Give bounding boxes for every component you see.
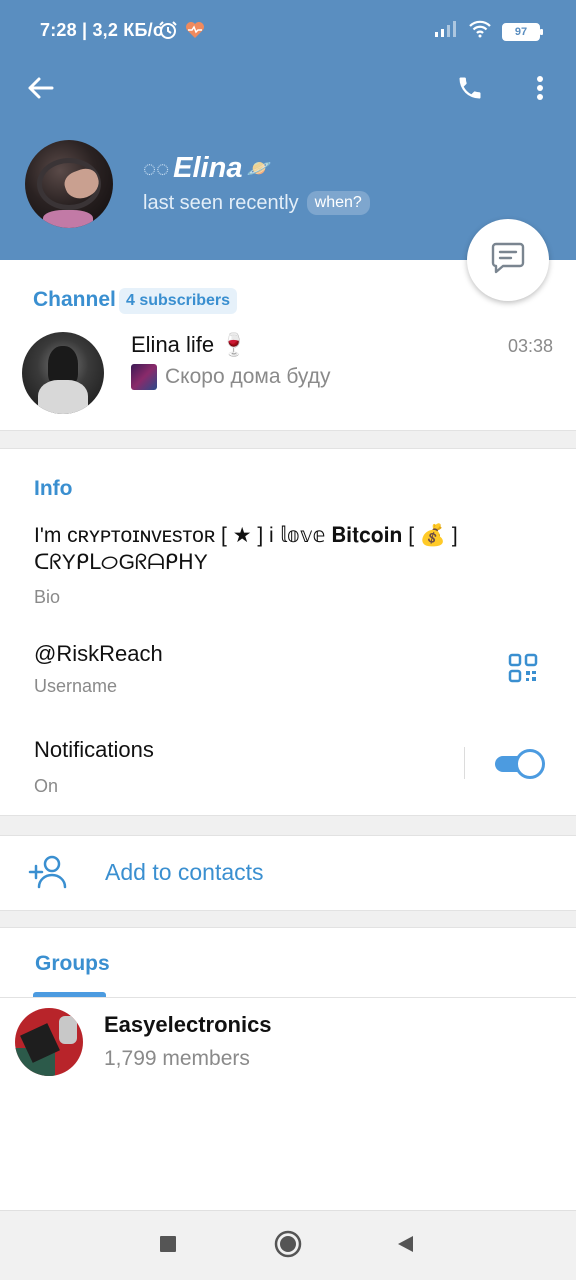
bio-line-1: I'm ᴄʀʏᴘᴛᴏɪɴᴠᴇsᴛᴏʀ [ ★ ] i 𝕝𝕠𝕧𝕖 𝐁𝐢𝐭𝐜𝐨𝐢𝐧 … — [34, 524, 458, 547]
when-button[interactable]: when? — [306, 191, 370, 215]
notifications-state: On — [34, 776, 59, 796]
subscribers-badge: 4 subscribers — [119, 288, 238, 314]
channel-last-message-text: Скоро дома буду — [165, 365, 331, 388]
back-button[interactable] — [20, 70, 60, 110]
alarm-icon — [158, 20, 178, 45]
battery-indicator: 97 — [502, 22, 543, 41]
triangle-back-icon — [395, 1234, 415, 1259]
system-navigation-bar — [0, 1210, 576, 1280]
message-photo-thumbnail — [131, 364, 157, 390]
wifi-icon — [468, 20, 492, 43]
signal-icon — [434, 20, 458, 43]
channel-title-text: Elina life — [131, 332, 215, 357]
channel-title[interactable]: Elina life 🍷 — [131, 332, 248, 358]
phone-icon — [456, 74, 484, 107]
profile-name-text: Elina — [173, 152, 243, 184]
section-divider — [0, 910, 576, 928]
username-caption: Username — [34, 676, 118, 696]
chat-bubble-icon — [490, 241, 526, 280]
groups-section: Groups Easyelectronics 1,799 members — [0, 928, 576, 1210]
profile-avatar[interactable] — [25, 140, 113, 228]
qr-code-icon — [508, 653, 538, 687]
bio-value[interactable]: I'm ᴄʀʏᴘᴛᴏɪɴᴠᴇsᴛᴏʀ [ ★ ] i 𝕝𝕠𝕧𝕖 𝐁𝐢𝐭𝐜𝐨𝐢𝐧 … — [34, 522, 534, 576]
bubbles-emoji-icon: ◌◌ — [143, 155, 170, 181]
channel-avatar[interactable] — [22, 332, 104, 414]
recents-button[interactable] — [151, 1229, 185, 1263]
section-divider — [0, 815, 576, 836]
send-message-button[interactable] — [467, 219, 549, 301]
channel-last-message[interactable]: Скоро дома буду — [131, 364, 330, 390]
group-name[interactable]: Easyelectronics — [104, 1012, 272, 1038]
health-heart-icon — [185, 21, 205, 44]
notifications-toggle[interactable] — [495, 749, 545, 779]
status-bar: 7:28 | 3,2 КБ/с 97 — [0, 0, 576, 64]
notifications-label[interactable]: Notifications — [34, 737, 154, 763]
tab-groups[interactable]: Groups — [35, 952, 110, 976]
status-time: 7:28 | 3,2 КБ/с — [40, 20, 164, 40]
channel-message-time: 03:38 — [507, 336, 553, 356]
home-button[interactable] — [271, 1229, 305, 1263]
profile-status: last seen recently when? — [143, 191, 370, 215]
more-options-button[interactable] — [520, 70, 560, 110]
call-button[interactable] — [450, 70, 490, 110]
channel-section-label: Channel — [33, 288, 116, 311]
add-user-icon — [28, 854, 68, 890]
vertical-divider — [464, 747, 465, 779]
back-nav-button[interactable] — [388, 1229, 422, 1263]
bio-line-2: ᑕᖇYᑭᒪᝪGᖇᗩᑭᕼY — [34, 551, 208, 574]
add-to-contacts-label: Add to contacts — [105, 859, 264, 885]
group-members-count: 1,799 members — [104, 1047, 250, 1070]
planet-emoji-icon: 🪐 — [246, 158, 272, 180]
username-value[interactable]: @RiskReach — [34, 641, 163, 667]
profile-header: 7:28 | 3,2 КБ/с 97 ◌◌ Elina 🪐 last seen … — [0, 0, 576, 260]
qr-code-button[interactable] — [508, 653, 538, 683]
arrow-left-icon — [26, 76, 54, 105]
section-divider — [0, 430, 576, 449]
last-seen-text: last seen recently — [143, 191, 299, 214]
square-icon — [159, 1235, 177, 1258]
profile-name: ◌◌ Elina 🪐 — [143, 152, 271, 185]
more-vertical-icon — [536, 75, 544, 106]
group-avatar[interactable] — [15, 1008, 83, 1076]
tabs-divider — [0, 997, 576, 998]
add-to-contacts-row[interactable]: Add to contacts — [0, 836, 576, 910]
info-section-label: Info — [34, 477, 73, 500]
info-section: Info I'm ᴄʀʏᴘᴛᴏɪɴᴠᴇsᴛᴏʀ [ ★ ] i 𝕝𝕠𝕧𝕖 𝐁𝐢𝐭… — [0, 449, 576, 815]
wine-glass-emoji-icon: 🍷 — [220, 332, 248, 357]
group-list-item[interactable] — [0, 1000, 576, 1084]
bio-caption: Bio — [34, 587, 61, 607]
circle-icon — [274, 1230, 302, 1263]
